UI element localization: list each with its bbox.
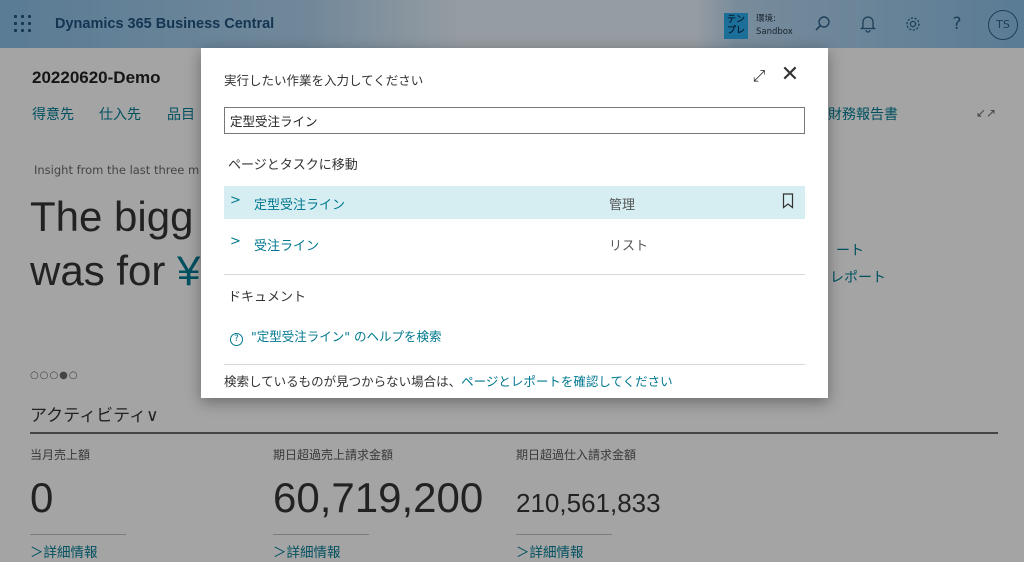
result-row[interactable]: > 定型受注ライン 管理 <box>224 186 805 219</box>
result-type: リスト <box>609 239 649 254</box>
chevron-right-icon: > <box>230 234 241 249</box>
dialog-footer: 検索しているものが見つからない場合は、ページとレポートを確認してください <box>224 371 673 390</box>
section-header-documents: ドキュメント <box>228 290 307 305</box>
help-search-link[interactable]: ? "定型受注ライン" のヘルプを検索 <box>230 326 441 346</box>
expand-icon[interactable]: ⤢ <box>749 66 769 86</box>
chevron-right-icon: > <box>230 193 241 208</box>
explore-pages-link[interactable]: ページとレポートを確認してください <box>461 374 673 389</box>
footer-divider <box>224 364 805 365</box>
footer-text: 検索しているものが見つからない場合は、 <box>224 374 462 389</box>
dialog-title: 実行したい作業を入力してください <box>224 73 424 88</box>
section-header-pages: ページとタスクに移動 <box>228 158 358 173</box>
close-icon[interactable]: ✕ <box>779 64 801 86</box>
result-name[interactable]: 定型受注ライン <box>254 194 345 213</box>
help-search-text: "定型受注ライン" のヘルプを検索 <box>251 329 442 344</box>
search-input[interactable] <box>224 107 805 134</box>
help-circle-icon: ? <box>230 333 243 346</box>
result-row[interactable]: > 受注ライン リスト <box>224 227 805 260</box>
result-name[interactable]: 受注ライン <box>254 235 319 254</box>
result-type: 管理 <box>609 198 636 213</box>
bookmark-icon[interactable] <box>782 193 794 209</box>
section-divider <box>224 274 805 275</box>
tell-me-dialog: 実行したい作業を入力してください ⤢ ✕ ページとタスクに移動 > 定型受注ライ… <box>201 48 828 398</box>
